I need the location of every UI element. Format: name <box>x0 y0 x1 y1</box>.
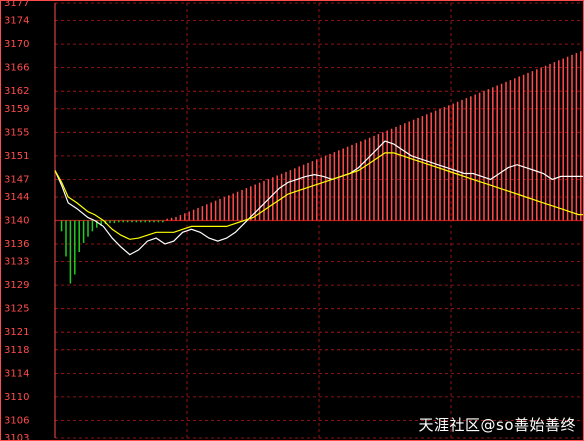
y-tick-label: 3147 <box>4 174 29 185</box>
y-tick-label: 3140 <box>4 216 29 227</box>
y-tick-label: 3106 <box>4 415 29 426</box>
y-tick-labels: 3177 3174 3170 3166 3162 3159 3155 3151 3147 3144… <box>4 0 29 441</box>
y-tick-label: 3144 <box>4 192 29 203</box>
y-tick-label: 3103 <box>4 433 29 441</box>
y-tick-label: 3129 <box>4 280 29 291</box>
intraday-chart: 3177 3174 3170 3166 3162 3159 3155 3151 3147 3144… <box>0 0 584 441</box>
y-tick-label: 3125 <box>4 304 29 315</box>
y-tick-label: 3121 <box>4 327 29 338</box>
y-tick-label: 3155 <box>4 127 29 138</box>
y-tick-label: 3118 <box>4 345 29 356</box>
y-tick-label: 3159 <box>4 104 29 115</box>
y-tick-label: 3166 <box>4 63 29 74</box>
y-tick-label: 3162 <box>4 86 29 97</box>
y-tick-label: 3133 <box>4 257 29 268</box>
y-tick-label: 3177 <box>4 0 29 9</box>
y-tick-label: 3114 <box>4 368 29 379</box>
watermark: 天涯社区@so善始善终 <box>418 416 576 434</box>
y-tick-label: 3151 <box>4 151 29 162</box>
y-tick-label: 3174 <box>4 16 29 27</box>
y-tick-label: 3110 <box>4 392 29 403</box>
y-tick-label: 3170 <box>4 39 29 50</box>
y-tick-label: 3136 <box>4 239 29 250</box>
